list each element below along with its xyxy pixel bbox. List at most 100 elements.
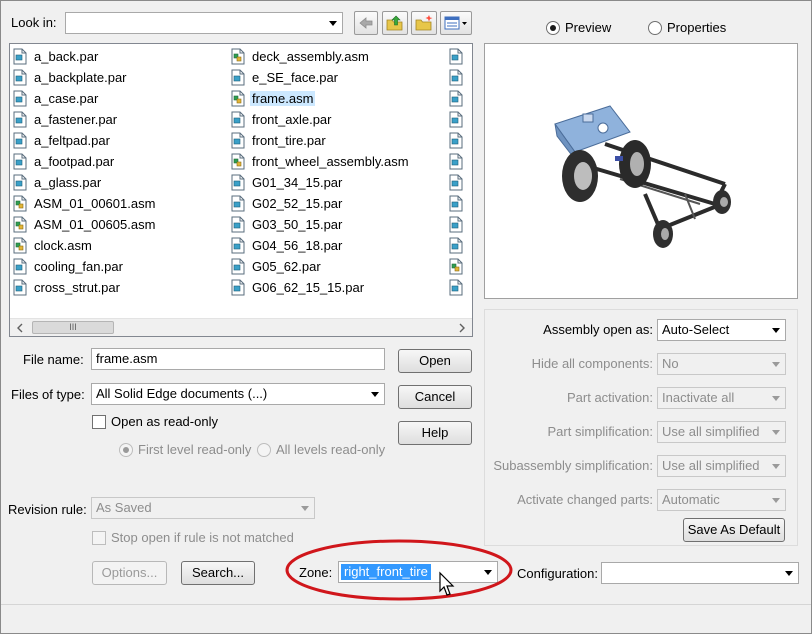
assembly-file-icon [449, 258, 463, 275]
help-button[interactable]: Help [398, 421, 472, 445]
bottom-divider [1, 604, 811, 605]
part-file-icon [13, 258, 27, 275]
assembly-option-value: No [662, 356, 679, 371]
configuration-label: Configuration: [517, 566, 598, 581]
assembly-option-dropdown[interactable]: Use all simplified [657, 421, 786, 443]
stop-open-label: Stop open if rule is not matched [111, 530, 294, 545]
files-of-type-value: All Solid Edge documents (...) [96, 386, 268, 401]
file-name-text: G06_62_15_15.par [252, 280, 365, 295]
new-folder-button[interactable] [411, 11, 437, 35]
file-name-text: G03_50_15.par [252, 217, 343, 232]
chevron-down-icon [780, 563, 798, 583]
scrollbar-thumb[interactable]: III [32, 321, 114, 334]
file-list-item-clipped[interactable] [446, 214, 472, 235]
file-list-item-clipped[interactable] [446, 256, 472, 277]
part-file-icon [449, 279, 463, 296]
revision-rule-value: As Saved [96, 500, 152, 515]
chevron-down-icon [767, 422, 785, 442]
file-name-input[interactable]: frame.asm [91, 348, 385, 370]
horizontal-scrollbar[interactable]: III [10, 318, 472, 336]
file-name-text: front_tire.par [252, 133, 326, 148]
assembly-option-dropdown[interactable]: Use all simplified [657, 455, 786, 477]
part-file-icon [13, 48, 27, 65]
assembly-option-label: Hide all components: [531, 356, 653, 371]
scroll-right-icon [459, 323, 465, 333]
assembly-option-dropdown[interactable]: Automatic [657, 489, 786, 511]
files-of-type-dropdown[interactable]: All Solid Edge documents (...) [91, 383, 385, 405]
revision-rule-label: Revision rule: [8, 502, 87, 517]
assembly-option-dropdown[interactable]: Inactivate all [657, 387, 786, 409]
part-file-icon [231, 237, 245, 254]
part-file-icon [449, 195, 463, 212]
part-file-icon [231, 216, 245, 233]
file-name-text: front_axle.par [252, 112, 332, 127]
first-level-read-only-radio[interactable] [119, 443, 133, 457]
file-name-text: a_fastener.par [34, 112, 118, 127]
chevron-down-icon [324, 13, 342, 33]
file-list-item-clipped[interactable] [446, 277, 472, 298]
open-read-only-label: Open as read-only [111, 414, 218, 429]
file-list-item-clipped[interactable] [446, 130, 472, 151]
all-levels-read-only-radio[interactable] [257, 443, 271, 457]
part-file-icon [13, 111, 27, 128]
file-name-text: a_back.par [34, 49, 99, 64]
look-in-label: Look in: [11, 15, 57, 30]
file-list-column-3-partial [446, 46, 472, 298]
configuration-dropdown[interactable] [601, 562, 799, 584]
assembly-option-dropdown[interactable]: No [657, 353, 786, 375]
properties-radio[interactable] [648, 21, 662, 35]
file-name-text: ASM_01_00605.asm [34, 217, 156, 232]
assembly-option-label: Activate changed parts: [517, 492, 653, 507]
file-list-item-clipped[interactable] [446, 46, 472, 67]
assembly-preview-image [554, 105, 731, 248]
scroll-thumb-grip: III [69, 322, 77, 332]
part-file-icon [13, 132, 27, 149]
cancel-button[interactable]: Cancel [398, 385, 472, 409]
file-list-item-clipped[interactable] [446, 235, 472, 256]
view-menu-button[interactable] [440, 11, 472, 35]
back-arrow-icon [359, 17, 373, 29]
file-name-text: G05_62.par [252, 259, 321, 274]
back-button[interactable] [354, 11, 378, 35]
file-name-text: deck_assembly.asm [252, 49, 369, 64]
file-list-item-clipped[interactable] [446, 172, 472, 193]
open-button[interactable]: Open [398, 349, 472, 373]
search-button[interactable]: Search... [181, 561, 255, 585]
new-folder-icon [415, 15, 433, 31]
file-list-item-clipped[interactable] [446, 151, 472, 172]
assembly-option-value: Auto-Select [662, 322, 730, 337]
file-name-text: G04_56_18.par [252, 238, 343, 253]
options-button[interactable]: Options... [92, 561, 167, 585]
look-in-dropdown[interactable] [65, 12, 343, 34]
assembly-option-label: Assembly open as: [543, 322, 653, 337]
part-file-icon [231, 111, 245, 128]
part-file-icon [231, 132, 245, 149]
assembly-options-panel: Assembly open as: Auto-Select Hide all com… [484, 309, 798, 546]
part-file-icon [231, 258, 245, 275]
part-file-icon [449, 48, 463, 65]
save-as-default-button[interactable]: Save As Default [683, 518, 785, 542]
part-file-icon [231, 195, 245, 212]
file-list-item-clipped[interactable] [446, 88, 472, 109]
file-list-item-clipped[interactable] [446, 109, 472, 130]
stop-open-checkbox[interactable] [92, 531, 106, 545]
file-list-item-clipped[interactable] [446, 193, 472, 214]
file-name-label: File name: [23, 352, 84, 367]
up-folder-button[interactable] [382, 11, 408, 35]
assembly-option-value: Automatic [662, 492, 720, 507]
file-name-text: ASM_01_00601.asm [34, 196, 156, 211]
chevron-down-icon [366, 384, 384, 404]
scroll-left-icon [17, 323, 23, 333]
file-list-item-clipped[interactable] [446, 67, 472, 88]
assembly-option-value: Use all simplified [662, 458, 760, 473]
assembly-option-dropdown[interactable]: Auto-Select [657, 319, 786, 341]
part-file-icon [449, 237, 463, 254]
preview-radio[interactable] [546, 21, 560, 35]
open-read-only-checkbox[interactable] [92, 415, 106, 429]
view-menu-icon [444, 16, 467, 30]
file-list[interactable]: a_back.par a_backplate.par a_case.par a_fas… [9, 43, 473, 337]
open-file-dialog: Look in: Preview Properties a_back.par a… [0, 0, 812, 634]
chevron-down-icon [767, 490, 785, 510]
revision-rule-dropdown[interactable]: As Saved [91, 497, 315, 519]
part-file-icon [231, 69, 245, 86]
